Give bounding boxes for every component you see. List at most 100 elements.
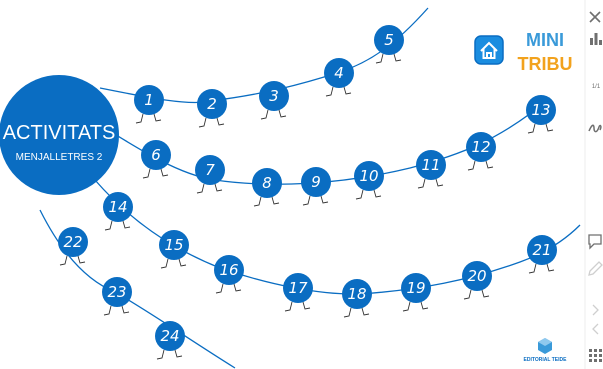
- activity-node[interactable]: 3: [259, 81, 289, 120]
- activity-node[interactable]: 20: [462, 261, 492, 300]
- node-label: 4: [334, 64, 344, 82]
- activity-node[interactable]: 7: [195, 155, 225, 194]
- node-feet: [103, 305, 130, 316]
- node-label: 22: [63, 233, 82, 251]
- logo-line1: MINI: [526, 30, 564, 50]
- node-label: 17: [288, 279, 308, 297]
- node-label: 19: [406, 279, 425, 297]
- activity-node[interactable]: 16: [214, 255, 244, 294]
- node-label: 7: [205, 161, 215, 179]
- node-feet: [142, 168, 169, 179]
- node-label: 9: [311, 173, 321, 191]
- publisher-name: EDITORIAL TEIDE: [524, 357, 568, 363]
- mini-tribu-logo: MINI TRIBU: [518, 30, 573, 74]
- node-label: 18: [347, 285, 366, 303]
- node-label: 5: [384, 31, 394, 49]
- node-label: 20: [467, 267, 486, 285]
- node-feet: [160, 258, 187, 269]
- node-label: 6: [151, 146, 161, 164]
- close-icon: [589, 11, 601, 23]
- node-feet: [302, 195, 329, 206]
- activity-node[interactable]: 10: [354, 161, 384, 200]
- node-label: 12: [471, 138, 490, 156]
- publisher-logo: EDITORIAL TEIDE: [524, 338, 568, 363]
- node-feet: [253, 196, 280, 207]
- node-feet: [135, 113, 162, 124]
- node-label: 14: [108, 198, 127, 216]
- activity-node[interactable]: 8: [252, 168, 282, 207]
- activity-node[interactable]: 6: [141, 140, 171, 179]
- squiggle-icon: [588, 124, 602, 133]
- node-feet: [527, 123, 554, 134]
- comment-icon: [588, 234, 602, 250]
- node-label: 2: [207, 95, 217, 113]
- activity-node[interactable]: 5: [374, 25, 404, 64]
- activity-node[interactable]: 19: [401, 273, 431, 312]
- node-label: 10: [359, 167, 378, 185]
- node-feet: [325, 86, 352, 97]
- node-feet: [198, 117, 225, 128]
- activity-node[interactable]: 22: [58, 227, 88, 266]
- chevron-right-icon: [592, 304, 599, 316]
- node-feet: [402, 301, 429, 312]
- hub-title: ACTIVITATS: [3, 122, 116, 144]
- node-feet: [215, 283, 242, 294]
- hub-circle[interactable]: ACTIVITATS MENJALLETRES 2: [0, 75, 119, 195]
- activity-node[interactable]: 9: [301, 167, 331, 206]
- previous-button[interactable]: [592, 323, 599, 335]
- activity-nodes: 1 2 345678 9 1011121314151617 18 192021222324: [58, 25, 557, 360]
- node-label: 23: [107, 283, 126, 301]
- grid-menu-button[interactable]: [589, 349, 602, 362]
- node-label: 11: [421, 156, 440, 174]
- node-label: 13: [531, 101, 550, 119]
- node-label: 21: [532, 241, 551, 259]
- logo-line2: TRIBU: [518, 54, 573, 74]
- node-feet: [375, 53, 402, 64]
- activity-node[interactable]: 2: [197, 89, 227, 128]
- node-feet: [156, 349, 183, 360]
- home-button[interactable]: [474, 35, 504, 65]
- node-feet: [260, 109, 287, 120]
- activity-node[interactable]: 15: [159, 230, 189, 269]
- draw-button[interactable]: [588, 124, 602, 133]
- node-feet: [284, 301, 311, 312]
- grid-icon: [589, 349, 602, 362]
- node-feet: [467, 160, 494, 171]
- hub-subtitle: MENJALLETRES 2: [16, 152, 103, 163]
- comment-button[interactable]: [588, 234, 602, 250]
- activity-node[interactable]: 24: [155, 321, 185, 360]
- activity-node[interactable]: 13: [526, 95, 556, 134]
- next-button[interactable]: [592, 304, 599, 316]
- node-feet: [104, 220, 131, 231]
- node-feet: [196, 183, 223, 194]
- stats-button[interactable]: [590, 33, 602, 45]
- activity-node[interactable]: 1: [134, 85, 164, 124]
- activity-node[interactable]: 18: [342, 279, 372, 318]
- node-label: 16: [219, 261, 238, 279]
- activity-node[interactable]: 4: [324, 58, 354, 97]
- page-indicator: 1/1: [592, 84, 601, 90]
- right-sidebar: 1/1: [584, 0, 603, 369]
- node-label: 24: [160, 327, 179, 345]
- bar-chart-icon: [590, 33, 602, 45]
- activity-node[interactable]: 11: [416, 150, 446, 189]
- activity-node[interactable]: 14: [103, 192, 133, 231]
- chevron-left-icon: [592, 323, 599, 335]
- node-feet: [417, 178, 444, 189]
- node-feet: [355, 189, 382, 200]
- activity-node[interactable]: 17: [283, 273, 313, 312]
- node-label: 1: [144, 91, 154, 109]
- activity-map: ACTIVITATS MENJALLETRES 2 1 2 345678 9 10111…: [0, 0, 603, 369]
- activity-node[interactable]: 12: [466, 132, 496, 171]
- pencil-icon: [588, 261, 603, 276]
- node-label: 15: [164, 236, 183, 254]
- pencil-button[interactable]: [588, 261, 603, 276]
- activity-node[interactable]: 21: [527, 235, 557, 274]
- activity-node[interactable]: 23: [102, 277, 132, 316]
- node-label: 8: [262, 174, 272, 192]
- node-feet: [343, 307, 370, 318]
- node-feet: [528, 263, 555, 274]
- node-label: 3: [269, 87, 279, 105]
- node-feet: [463, 289, 490, 300]
- close-button[interactable]: [589, 11, 601, 23]
